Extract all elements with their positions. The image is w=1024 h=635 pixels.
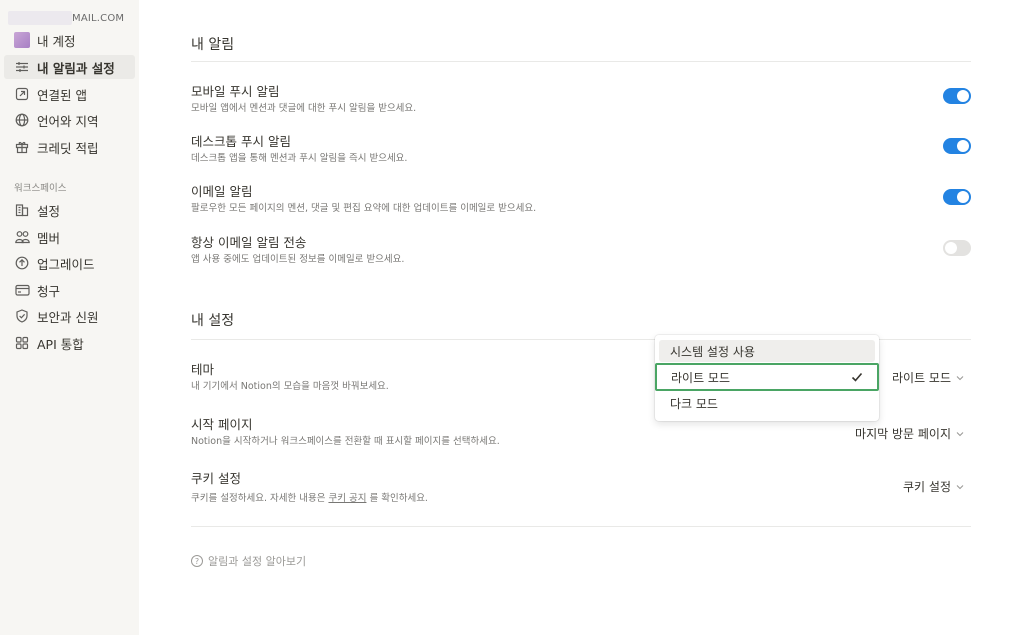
toggle-knob <box>957 90 969 102</box>
main-content: 내 알림 모바일 푸시 알림 모바일 앱에서 멘션과 댓글에 대한 푸시 알림을… <box>139 0 1024 635</box>
help-link[interactable]: ? 알림과 설정 알아보기 <box>191 553 306 569</box>
always-email-title: 항상 이메일 알림 전송 <box>191 235 307 250</box>
sliders-icon <box>14 59 30 75</box>
help-label: 알림과 설정 알아보기 <box>208 555 307 568</box>
chevron-down-icon <box>956 430 964 438</box>
sidebar-item-label: 언어와 지역 <box>37 113 99 129</box>
sidebar-item-label: 크레딧 적립 <box>37 140 99 156</box>
sidebar-item-billing[interactable]: 청구 <box>4 278 135 302</box>
sidebar-item-connected-apps[interactable]: 연결된 앱 <box>4 82 135 106</box>
email-notif-toggle[interactable] <box>943 189 971 205</box>
start-page-value: 마지막 방문 페이지 <box>855 427 951 441</box>
sidebar-item-language-region[interactable]: 언어와 지역 <box>4 108 135 132</box>
desktop-push-desc: 데스크톱 앱을 통해 멘션과 푸시 알림을 즉시 받으세요. <box>191 153 408 164</box>
settings-heading: 내 설정 <box>191 313 235 329</box>
credit-card-icon <box>14 282 30 298</box>
people-icon <box>14 229 30 245</box>
always-email-desc: 앱 사용 중에도 업데이트된 정보를 이메일로 받으세요. <box>191 254 405 265</box>
theme-desc: 내 기기에서 Notion의 모습을 마음껏 바꿔보세요. <box>191 381 389 392</box>
desktop-push-title: 데스크톱 푸시 알림 <box>191 134 291 149</box>
globe-icon <box>14 112 30 128</box>
cookie-notice-link[interactable]: 쿠키 공지 <box>328 493 366 504</box>
cookie-desc-text-after: 를 확인하세요. <box>366 493 428 504</box>
toggle-knob <box>957 140 969 152</box>
cookie-value: 쿠키 설정 <box>903 480 951 494</box>
theme-title: 테마 <box>191 362 215 377</box>
mobile-push-desc: 모바일 앱에서 멘션과 댓글에 대한 푸시 알림을 받으세요. <box>191 103 417 114</box>
toggle-knob <box>957 191 969 203</box>
theme-option-dark[interactable]: 다크 모드 <box>659 392 875 414</box>
theme-dropdown-menu: 시스템 설정 사용 라이트 모드 다크 모드 <box>655 335 879 421</box>
sidebar-item-label: 보안과 신원 <box>37 309 99 325</box>
email-notif-desc: 팔로우한 모든 페이지의 멘션, 댓글 및 편집 요약에 대한 업데이트를 이메… <box>191 203 537 214</box>
email-notif-title: 이메일 알림 <box>191 184 253 199</box>
theme-option-system[interactable]: 시스템 설정 사용 <box>659 340 875 362</box>
sidebar-item-label: 설정 <box>37 203 61 219</box>
sidebar-item-label: 청구 <box>37 283 61 299</box>
option-label: 다크 모드 <box>670 396 718 411</box>
cookie-title: 쿠키 설정 <box>191 471 241 486</box>
arrow-up-circle-icon <box>14 255 30 271</box>
building-icon <box>14 202 30 218</box>
gift-icon <box>14 139 30 155</box>
account-email: MAIL.COM <box>8 10 124 26</box>
sidebar-item-credits[interactable]: 크레딧 적립 <box>4 135 135 159</box>
external-link-icon <box>14 86 30 102</box>
sidebar-item-label: API 통합 <box>37 336 84 352</box>
start-page-title: 시작 페이지 <box>191 417 253 432</box>
option-label: 시스템 설정 사용 <box>670 344 755 359</box>
option-label: 라이트 모드 <box>671 370 731 385</box>
sidebar-item-upgrade[interactable]: 업그레이드 <box>4 251 135 275</box>
notifications-heading: 내 알림 <box>191 37 235 53</box>
sidebar-item-members[interactable]: 멤버 <box>4 225 135 249</box>
sidebar-item-my-account[interactable]: 내 계정 <box>4 28 135 52</box>
checkmark-icon <box>851 371 863 383</box>
cookie-select[interactable]: 쿠키 설정 <box>903 478 964 495</box>
sidebar-item-label: 업그레이드 <box>37 256 95 272</box>
desktop-push-toggle[interactable] <box>943 138 971 154</box>
sidebar-item-label: 내 알림과 설정 <box>37 60 115 76</box>
sidebar: MAIL.COM 내 계정 내 알림과 설정 연결된 앱 언어와 지역 크레딧 … <box>0 0 139 635</box>
grid-icon <box>14 335 30 351</box>
theme-value: 라이트 모드 <box>891 371 951 385</box>
theme-option-light[interactable]: 라이트 모드 <box>655 363 879 391</box>
theme-select[interactable]: 라이트 모드 <box>892 369 964 386</box>
start-page-desc: Notion을 시작하거나 워크스페이스를 전환할 때 표시할 페이지를 선택하… <box>191 436 500 447</box>
sidebar-item-security[interactable]: 보안과 신원 <box>4 304 135 328</box>
always-email-toggle[interactable] <box>943 240 971 256</box>
divider <box>191 526 971 527</box>
mobile-push-title: 모바일 푸시 알림 <box>191 84 280 99</box>
divider <box>191 61 971 62</box>
sidebar-item-label: 멤버 <box>37 230 61 246</box>
start-page-select[interactable]: 마지막 방문 페이지 <box>855 425 964 442</box>
workspace-section-label: 워크스페이스 <box>14 183 67 194</box>
email-redacted <box>8 11 72 25</box>
question-icon: ? <box>191 555 203 567</box>
sidebar-item-api-integrations[interactable]: API 통합 <box>4 331 135 355</box>
sidebar-item-label: 내 계정 <box>37 33 76 49</box>
email-text: MAIL.COM <box>72 12 125 24</box>
sidebar-item-workspace-settings[interactable]: 설정 <box>4 198 135 222</box>
toggle-knob <box>945 242 957 254</box>
cookie-desc-text: 쿠키를 설정하세요. 자세한 내용은 <box>191 493 329 504</box>
sidebar-item-label: 연결된 앱 <box>37 87 87 103</box>
cookie-desc: 쿠키를 설정하세요. 자세한 내용은 쿠키 공지 를 확인하세요. <box>191 490 428 504</box>
mobile-push-toggle[interactable] <box>943 88 971 104</box>
sidebar-item-notifications-settings[interactable]: 내 알림과 설정 <box>4 55 135 79</box>
shield-icon <box>14 308 30 324</box>
chevron-down-icon <box>956 483 964 491</box>
chevron-down-icon <box>956 374 964 382</box>
avatar <box>14 32 30 48</box>
